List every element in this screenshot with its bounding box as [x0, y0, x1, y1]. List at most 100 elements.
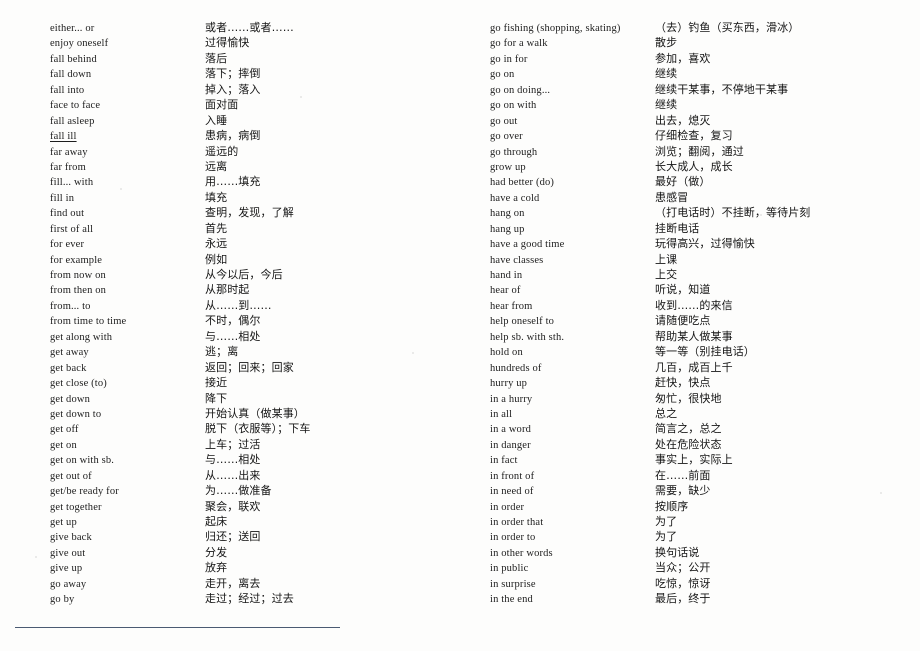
- glossary-entry: from then on 从那时起: [50, 282, 450, 297]
- glossary-entry: from now on 从今以后，今后: [50, 267, 450, 282]
- entry-gloss: 起床: [205, 515, 228, 528]
- entry-term: hand in: [490, 270, 523, 281]
- glossary-entry: get/be ready for 为……做准备: [50, 483, 450, 498]
- glossary-entry: help sb. with sth. 帮助某人做某事: [490, 329, 900, 344]
- entry-term: go on with: [490, 100, 537, 112]
- entry-term: far away: [50, 146, 88, 158]
- entry-gloss: 当众；公开: [655, 561, 711, 575]
- entry-term: give up: [50, 563, 83, 575]
- entry-gloss: 患病，病倒: [205, 129, 261, 143]
- entry-gloss: （打电话时）不挂断，等待片刻: [655, 206, 811, 220]
- entry-term: hear from: [490, 300, 533, 312]
- glossary-entry: in the end 最后，终于: [490, 591, 900, 606]
- entry-gloss: 出去，熄灭: [655, 113, 711, 127]
- entry-term: have classes: [490, 254, 544, 266]
- glossary-entry: go fishing (shopping, skating) （去）钓鱼（买东西，…: [490, 20, 900, 35]
- entry-term: go through: [490, 146, 538, 158]
- glossary-entry: go out 出去，熄灭: [490, 113, 900, 128]
- entry-term: give out: [50, 547, 86, 559]
- glossary-entry: far from 远离: [50, 159, 450, 174]
- glossary-entry: first of all 首先: [50, 221, 450, 236]
- entry-term: in order: [490, 501, 525, 513]
- entry-gloss: 掉入；落入: [205, 82, 261, 96]
- glossary-entry: for ever 永远: [50, 236, 450, 251]
- entry-term: in front of: [490, 470, 535, 482]
- entry-term: in a hurry: [490, 393, 533, 405]
- glossary-entry: get down 降下: [50, 391, 450, 406]
- entry-term: fall ill: [50, 131, 77, 143]
- entry-term: get off: [50, 424, 79, 436]
- glossary-entry: far away 遥远的: [50, 144, 450, 159]
- entry-gloss: 等一等（别挂电话）: [655, 345, 755, 359]
- glossary-entry: in fact 事实上，实际上: [490, 452, 900, 467]
- entry-term: first of all: [50, 223, 94, 235]
- entry-term: in surprise: [490, 578, 536, 590]
- entry-gloss: 为……做准备: [205, 484, 272, 498]
- glossary-entry: fall down 落下；摔倒: [50, 66, 450, 81]
- entry-term: go over: [490, 131, 523, 143]
- entry-term: hurry up: [490, 378, 528, 390]
- glossary-column-left: either... or 或者……或者…… enjoy oneself 过得愉快 fal…: [50, 20, 450, 607]
- entry-term: enjoy oneself: [50, 38, 109, 50]
- entry-term: grow up: [490, 161, 526, 173]
- glossary-entry: go on doing... 继续干某事，不停地干某事: [490, 82, 900, 97]
- glossary-entry: get together 聚会，联欢: [50, 499, 450, 514]
- entry-term: get down: [50, 393, 90, 405]
- entry-gloss: 脱下（衣服等）；下车: [205, 422, 311, 436]
- entry-gloss: 上课: [655, 252, 678, 266]
- entry-term: get on with sb.: [50, 455, 115, 467]
- entry-gloss: 从那时起: [205, 283, 250, 297]
- glossary-entry: have a good time 玩得高兴，过得愉快: [490, 236, 900, 251]
- entry-term: hundreds of: [490, 362, 542, 374]
- glossary-entry: in front of 在……前面: [490, 468, 900, 483]
- entry-gloss: 用……填充: [205, 175, 261, 189]
- entry-term: give back: [50, 532, 92, 544]
- entry-term: go by: [50, 594, 75, 606]
- entry-gloss: 永远: [205, 237, 228, 251]
- glossary-entry: go over 仔细检查，复习: [490, 128, 900, 143]
- entry-gloss: 换句话说: [655, 545, 700, 559]
- entry-gloss: 返回；回来；回家: [205, 360, 294, 374]
- entry-term: get out of: [50, 470, 92, 482]
- entry-gloss: 浏览；翻阅，通过: [655, 144, 744, 158]
- entry-term: fill in: [50, 192, 75, 204]
- glossary-entry: fall ill 患病，病倒: [50, 128, 450, 143]
- entry-gloss: 或者……或者……: [205, 21, 294, 34]
- entry-term: fall down: [50, 69, 92, 81]
- entry-gloss: 从……到……: [205, 298, 272, 312]
- glossary-entry: find out 查明，发现，了解: [50, 205, 450, 220]
- entry-gloss: 为了: [655, 515, 678, 528]
- glossary-entry: go away 走开，离去: [50, 576, 450, 591]
- glossary-entry: in a hurry 匆忙，很快地: [490, 391, 900, 406]
- entry-gloss: 遥远的: [205, 144, 239, 158]
- entry-gloss: 长大成人，成长: [655, 159, 733, 173]
- entry-gloss: 赶快，快点: [655, 376, 711, 390]
- glossary-entry: face to face 面对面: [50, 97, 450, 112]
- entry-gloss: 挂断电话: [655, 221, 700, 235]
- entry-term: get back: [50, 362, 87, 374]
- entry-term: face to face: [50, 100, 101, 112]
- glossary-entry: either... or 或者……或者……: [50, 20, 450, 35]
- entry-term: get close (to): [50, 378, 107, 390]
- entry-gloss: （去）钓鱼（买东西，滑冰）: [655, 21, 800, 34]
- entry-gloss: 填充: [205, 190, 228, 204]
- glossary-entry: go by 走过；经过；过去: [50, 591, 450, 606]
- glossary-entry: get off 脱下（衣服等）；下车: [50, 421, 450, 436]
- entry-gloss: 玩得高兴，过得愉快: [655, 237, 755, 251]
- entry-gloss: 最好（做）: [655, 175, 711, 189]
- entry-gloss: 上交: [655, 268, 678, 281]
- glossary-entry: in order that 为了: [490, 514, 900, 529]
- entry-gloss: 需要，缺少: [655, 484, 711, 498]
- glossary-columns: either... or 或者……或者…… enjoy oneself 过得愉快 fal…: [0, 0, 920, 651]
- entry-term: had better (do): [490, 177, 555, 189]
- entry-gloss: 远离: [205, 159, 228, 173]
- entry-term: go on: [490, 69, 515, 81]
- entry-gloss: 放弃: [205, 561, 228, 575]
- entry-gloss: 按顺序: [655, 499, 689, 513]
- entry-term: get away: [50, 347, 89, 359]
- entry-term: get down to: [50, 408, 102, 420]
- entry-term: in all: [490, 408, 513, 420]
- glossary-entry: for example 例如: [50, 252, 450, 267]
- entry-gloss: 入睡: [205, 113, 228, 127]
- glossary-entry: hand in 上交: [490, 267, 900, 282]
